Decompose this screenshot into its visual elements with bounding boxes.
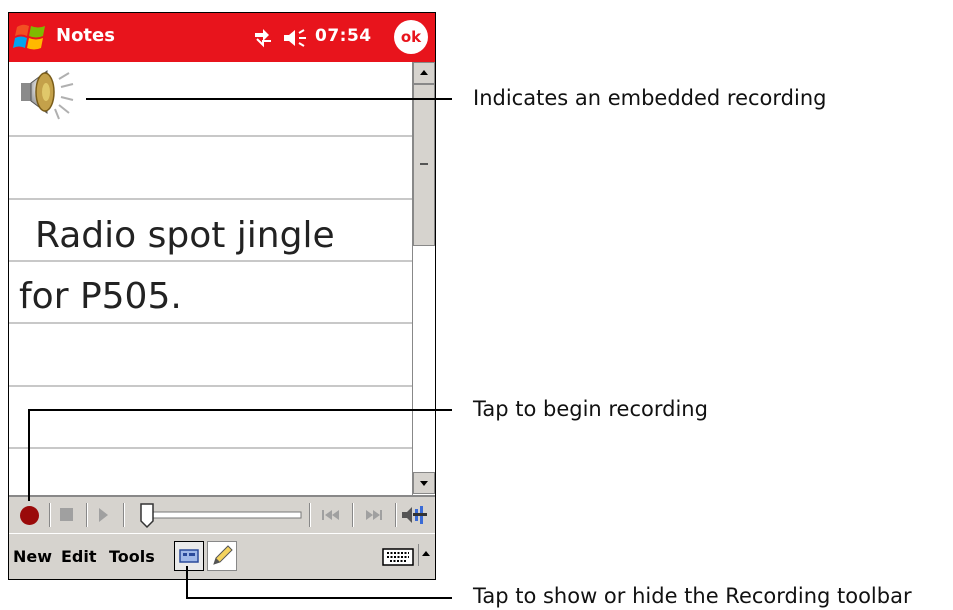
fast-forward-button[interactable] — [357, 501, 391, 529]
menu-bar: New Edit Tools — [9, 533, 435, 579]
callout-vline-record — [28, 409, 30, 501]
pen-mode-button[interactable] — [207, 541, 237, 571]
menu-tools[interactable]: Tools — [109, 547, 155, 566]
keyboard-icon[interactable] — [381, 547, 415, 567]
menu-new[interactable]: New — [13, 547, 52, 566]
ruled-line — [9, 260, 412, 262]
ruled-line — [9, 322, 412, 324]
note-text-line: for P505. — [19, 276, 182, 317]
chevron-down-icon — [420, 481, 428, 486]
callout-line-toggle — [186, 597, 452, 599]
callout-vline-toggle — [186, 566, 188, 598]
chevron-up-icon — [422, 551, 430, 556]
speaker-volume-icon[interactable] — [282, 27, 310, 49]
ruled-line — [9, 385, 412, 387]
playback-position-slider[interactable] — [135, 501, 305, 529]
menu-edit[interactable]: Edit — [61, 547, 97, 566]
title-bar: Notes 07:54 ok — [9, 13, 435, 62]
callout-begin-recording: Tap to begin recording — [473, 397, 708, 421]
recording-toolbar-icon — [179, 549, 199, 563]
stop-button[interactable] — [55, 501, 81, 529]
vertical-scrollbar[interactable] — [412, 62, 435, 495]
play-button[interactable] — [91, 501, 117, 529]
recording-toolbar-toggle-button[interactable] — [174, 541, 204, 571]
callout-toggle-toolbar: Tap to show or hide the Recording toolba… — [473, 584, 912, 608]
ok-button[interactable]: ok — [394, 20, 428, 54]
chevron-up-icon — [420, 70, 428, 75]
stop-icon — [60, 508, 73, 521]
play-icon — [99, 508, 108, 522]
scroll-down-button[interactable] — [413, 472, 435, 494]
record-icon — [20, 506, 39, 525]
rewind-button[interactable] — [314, 501, 348, 529]
pen-icon — [213, 545, 233, 565]
ruled-line — [9, 198, 412, 200]
windows-start-icon[interactable] — [13, 21, 49, 53]
callout-embedded-recording: Indicates an embedded recording — [473, 86, 827, 110]
volume-button[interactable] — [399, 501, 431, 529]
scroll-up-button[interactable] — [413, 62, 435, 84]
note-text-line: Radio spot jingle — [35, 215, 335, 256]
fast-forward-icon — [366, 510, 382, 520]
callout-line-embedded — [86, 98, 452, 100]
volume-icon — [402, 506, 427, 524]
rewind-icon — [322, 510, 339, 520]
callout-line-record — [28, 409, 452, 411]
connectivity-icon[interactable] — [252, 25, 274, 49]
embedded-recording-speaker-icon[interactable] — [15, 67, 87, 121]
ruled-line — [9, 135, 412, 137]
note-writing-area[interactable]: Radio spot jingle for P505. — [9, 62, 412, 495]
input-panel-toggle[interactable] — [418, 544, 433, 566]
app-title: Notes — [56, 25, 115, 46]
record-button[interactable] — [15, 501, 45, 529]
scroll-thumb[interactable] — [413, 84, 435, 246]
clock[interactable]: 07:54 — [315, 26, 372, 46]
ruled-line — [9, 447, 412, 449]
recording-toolbar — [9, 495, 435, 533]
